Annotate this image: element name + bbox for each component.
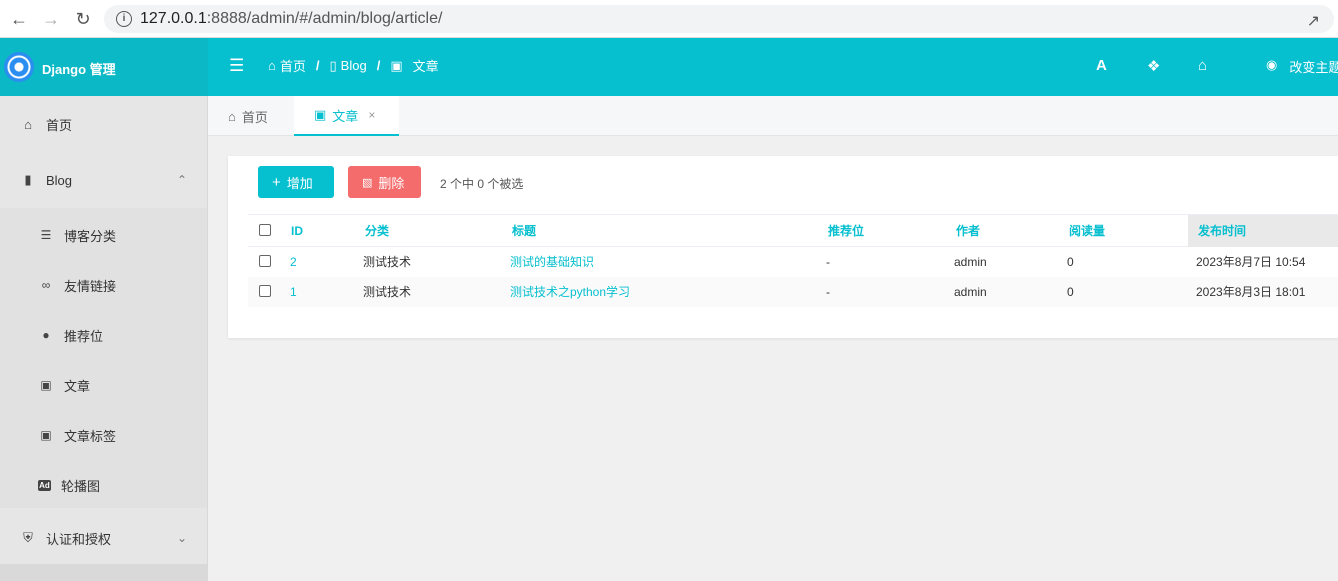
- chevron-up-icon: ⌃: [176, 173, 187, 187]
- book-icon: ▣: [40, 428, 52, 442]
- bookmark-icon: ▯: [329, 57, 337, 73]
- menu-toggle-icon[interactable]: ☰: [229, 56, 244, 76]
- list-icon: ☰: [40, 228, 52, 242]
- header-recommend[interactable]: 推荐位: [828, 215, 864, 247]
- logo-icon: [4, 52, 34, 82]
- tab-article[interactable]: ▣ 文章 ×: [294, 96, 399, 136]
- site-info-icon[interactable]: i: [116, 11, 132, 27]
- cell-publish-time: 2023年8月3日 18:01: [1196, 285, 1306, 299]
- ad-icon: Ad: [38, 479, 51, 491]
- trash-icon: ▧: [362, 176, 373, 189]
- share-icon[interactable]: ↗: [1307, 11, 1320, 31]
- header-title[interactable]: 标题: [512, 215, 536, 247]
- cell-title[interactable]: 测试技术之python学习: [510, 277, 630, 307]
- sidebar-item-recommend[interactable]: ● 推荐位: [0, 310, 207, 360]
- change-theme-button[interactable]: ◉ 改变主题: [1266, 57, 1338, 76]
- home-icon[interactable]: ⌂: [1198, 57, 1207, 74]
- cell-title[interactable]: 测试的基础知识: [510, 247, 594, 277]
- tab-home[interactable]: ⌂ 首页: [208, 96, 294, 136]
- breadcrumb-home[interactable]: ⌂ 首页: [268, 56, 306, 75]
- sidebar: ⌂ 首页 ▮ Blog ⌃ ☰ 博客分类 ∞ 友情链接 ● 推荐位 ▣ 文章 ▣…: [0, 96, 208, 581]
- header-author[interactable]: 作者: [956, 215, 980, 247]
- bookmark-icon: ▮: [24, 172, 32, 187]
- cell-id[interactable]: 2: [290, 247, 297, 277]
- breadcrumb: ⌂ 首页 / ▯ Blog / ▣ 文章: [268, 56, 439, 75]
- table-header: ID 分类 标题 推荐位 作者 阅读量 发布时间: [248, 214, 1338, 247]
- sidebar-item-carousel[interactable]: Ad 轮播图: [0, 460, 207, 510]
- sidebar-item-home[interactable]: ⌂ 首页: [0, 96, 207, 152]
- breadcrumb-blog[interactable]: ▯ Blog: [330, 58, 367, 74]
- delete-button[interactable]: ▧ 删除: [348, 166, 421, 198]
- breadcrumb-separator: /: [376, 58, 381, 73]
- sidebar-footer: [0, 564, 207, 581]
- table-row: 1 测试技术 测试技术之python学习 - admin 0 2023年8月3日…: [248, 277, 1338, 307]
- cell-category: 测试技术: [363, 285, 412, 299]
- home-icon: ⌂: [228, 108, 236, 124]
- browser-toolbar: ← → ↻ i 127.0.0.1:8888/admin/#/admin/blo…: [0, 0, 1338, 38]
- cell-views: 0: [1067, 285, 1074, 299]
- header-views[interactable]: 阅读量: [1069, 215, 1105, 247]
- header-publish-time[interactable]: 发布时间: [1188, 215, 1338, 247]
- cell-author: admin: [954, 285, 987, 299]
- cell-recommend: -: [826, 285, 830, 299]
- cell-publish-time: 2023年8月7日 10:54: [1196, 255, 1306, 269]
- reload-icon[interactable]: ↻: [72, 8, 94, 30]
- table-row: 2 测试技术 测试的基础知识 - admin 0 2023年8月7日 10:54: [248, 247, 1338, 277]
- header-id[interactable]: ID: [291, 215, 303, 247]
- back-icon[interactable]: ←: [8, 8, 30, 30]
- cell-views: 0: [1067, 255, 1074, 269]
- close-icon[interactable]: ×: [368, 108, 375, 122]
- select-all-checkbox[interactable]: [259, 224, 271, 236]
- app-header: Django 管理 ☰ ⌂ 首页 / ▯ Blog / ▣ 文章 A ❖ ⌂ ◉ 改变…: [0, 38, 1338, 96]
- add-button[interactable]: + 增加: [258, 166, 334, 198]
- header-category[interactable]: 分类: [365, 215, 389, 247]
- sidebar-item-category[interactable]: ☰ 博客分类: [0, 210, 207, 260]
- fullscreen-icon[interactable]: ❖: [1147, 57, 1160, 75]
- chevron-down-icon: ⌄: [176, 531, 187, 545]
- cell-category: 测试技术: [363, 255, 412, 269]
- url-text[interactable]: 127.0.0.1:8888/admin/#/admin/blog/articl…: [140, 10, 442, 28]
- book-icon: ▣: [40, 378, 52, 392]
- breadcrumb-separator: /: [315, 58, 320, 73]
- cell-recommend: -: [826, 255, 830, 269]
- sidebar-item-tags[interactable]: ▣ 文章标签: [0, 410, 207, 460]
- home-icon: ⌂: [24, 116, 32, 132]
- book-icon: ▣: [390, 57, 403, 73]
- breadcrumb-article[interactable]: ▣ 文章: [390, 56, 438, 75]
- sidebar-item-auth[interactable]: ⛨ 认证和授权 ⌄: [0, 510, 207, 566]
- shield-icon: ⛨: [23, 530, 33, 545]
- cell-id[interactable]: 1: [290, 277, 297, 307]
- font-size-icon[interactable]: A: [1096, 57, 1107, 74]
- logo-area[interactable]: Django 管理: [0, 38, 208, 96]
- circle-icon: ●: [42, 328, 50, 342]
- selection-count: 2 个中 0 个被选: [440, 177, 524, 191]
- address-bar[interactable]: i 127.0.0.1:8888/admin/#/admin/blog/arti…: [104, 5, 1334, 33]
- cell-author: admin: [954, 255, 987, 269]
- row-checkbox[interactable]: [259, 285, 271, 297]
- blog-submenu: ☰ 博客分类 ∞ 友情链接 ● 推荐位 ▣ 文章 ▣ 文章标签 Ad 轮播图: [0, 208, 207, 508]
- logo-text: Django 管理: [42, 62, 116, 77]
- home-icon: ⌂: [268, 58, 276, 73]
- sidebar-item-blog[interactable]: ▮ Blog ⌃: [0, 152, 207, 208]
- sidebar-item-links[interactable]: ∞ 友情链接: [0, 260, 207, 310]
- plus-icon: +: [272, 173, 281, 191]
- content-card: + 增加 ▧ 删除 2 个中 0 个被选 ID 分类 标题 推荐位 作者 阅读量…: [228, 156, 1338, 338]
- palette-icon: ◉: [1266, 57, 1278, 72]
- article-table: ID 分类 标题 推荐位 作者 阅读量 发布时间 2 测试技术 测试的基础知识 …: [248, 214, 1338, 307]
- link-icon: ∞: [41, 278, 51, 292]
- tab-bar: ⌂ 首页 ▣ 文章 ×: [208, 96, 1338, 136]
- row-checkbox[interactable]: [259, 255, 271, 267]
- book-icon: ▣: [314, 107, 327, 122]
- sidebar-item-article[interactable]: ▣ 文章: [0, 360, 207, 410]
- forward-icon[interactable]: →: [40, 8, 62, 30]
